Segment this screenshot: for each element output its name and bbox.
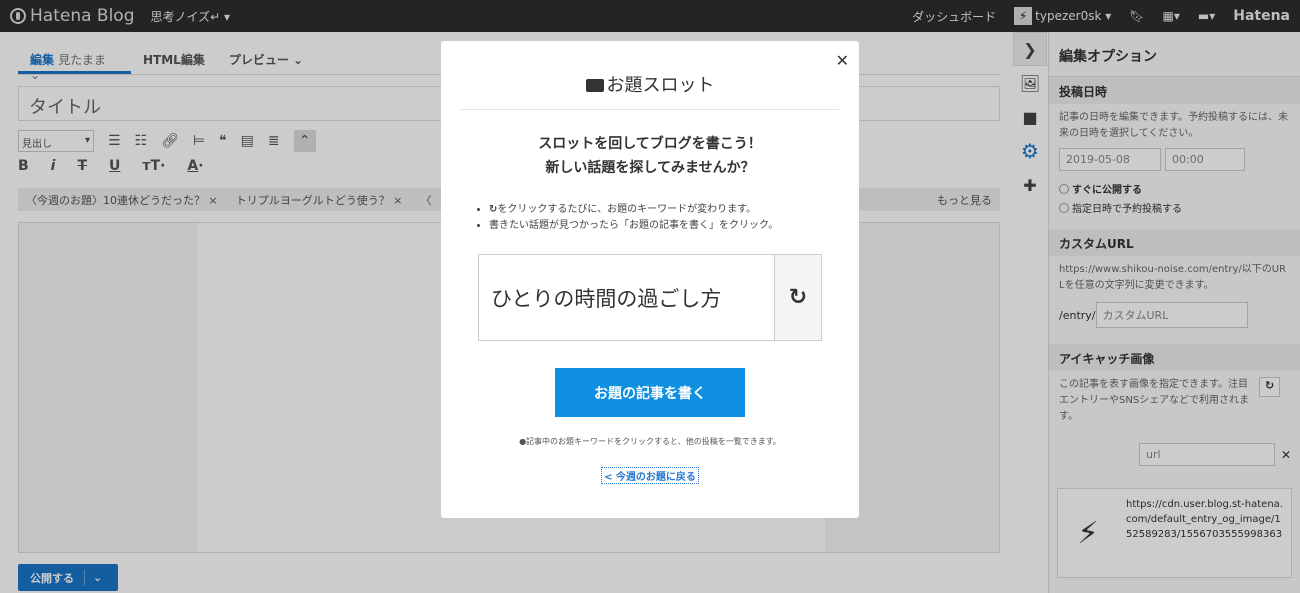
- spin-refresh-button[interactable]: ↻: [774, 255, 821, 340]
- instructions: ↻をクリックするたびに、お題のキーワードが変わります。 書きたい話題が見つかった…: [477, 202, 859, 234]
- close-icon[interactable]: ✕: [836, 51, 849, 70]
- dialog-title: お題スロット: [606, 75, 715, 96]
- slot-keyword: ひとりの時間の過ごし方: [491, 286, 722, 311]
- topic-slot-dialog: ✕ お題スロット スロットを回してブログを書こう！ 新しい話題を探してみませんか？…: [441, 41, 859, 518]
- slot-keyword-box: ひとりの時間の過ごし方 ↻: [478, 254, 822, 341]
- slot-machine-icon: [585, 79, 604, 92]
- back-to-weekly-topic-link[interactable]: < 今週のお題に戻る: [601, 467, 699, 484]
- write-topic-article-button[interactable]: お題の記事を書く: [555, 368, 745, 417]
